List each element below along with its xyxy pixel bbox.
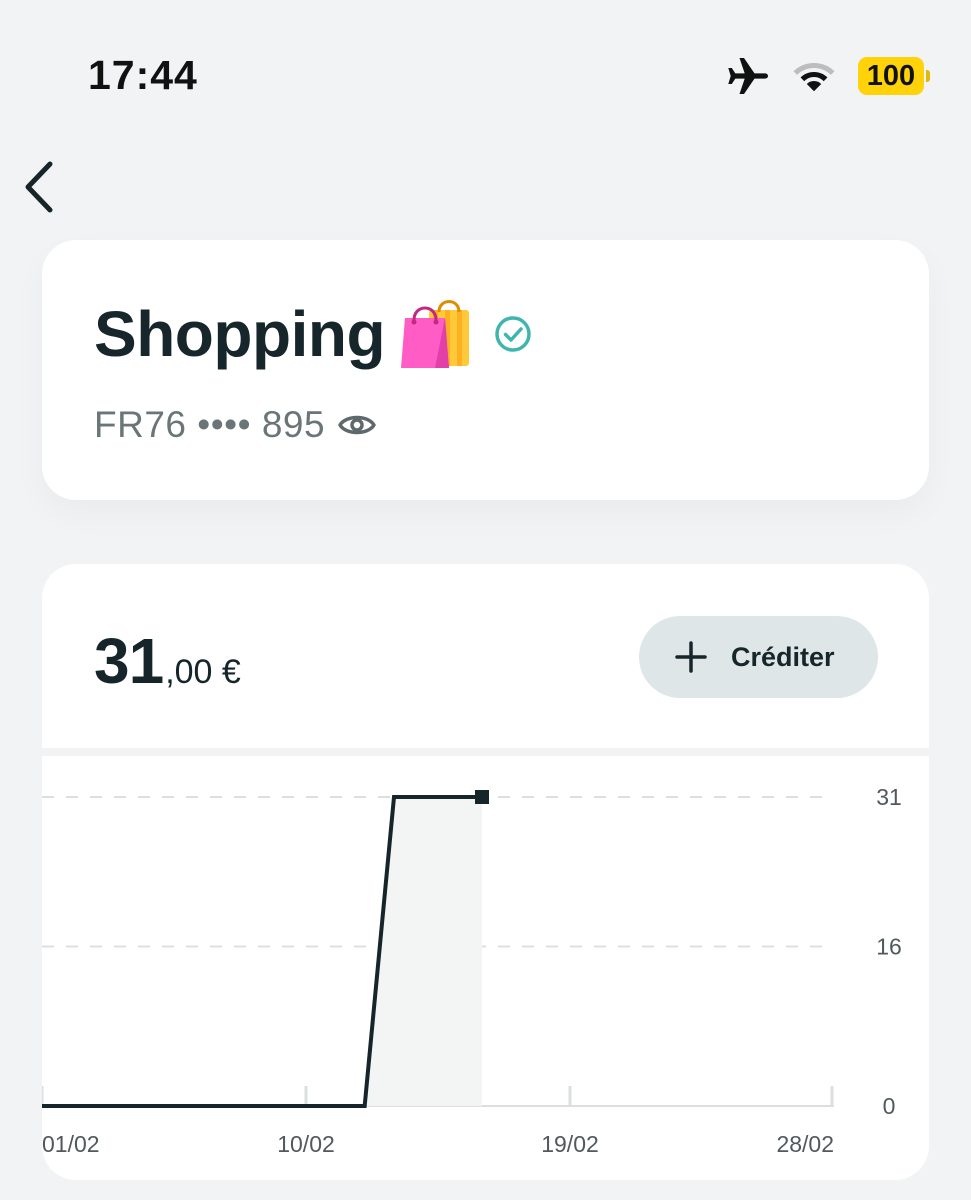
battery-icon: 100 [858, 57, 930, 95]
airplane-icon [728, 58, 768, 94]
x-tick-label: 19/02 [541, 1131, 599, 1157]
x-tick-label: 10/02 [277, 1131, 335, 1157]
end-marker [475, 790, 489, 804]
credit-button-label: Créditer [731, 641, 835, 672]
back-button[interactable] [18, 156, 66, 218]
status-time: 17:44 [88, 52, 198, 98]
status-icons: 100 [726, 56, 930, 96]
battery-level: 100 [866, 59, 916, 92]
balance-decimal: ,00 € [165, 653, 241, 691]
balance-chart: 0 16 31 01/02 10/02 19/02 28/02 [42, 784, 902, 1157]
x-tick-label: 01/02 [42, 1131, 100, 1157]
credit-button[interactable]: Créditer [639, 616, 878, 698]
x-tick-label: 28/02 [776, 1131, 834, 1157]
wifi-icon [793, 63, 835, 92]
plus-icon [675, 641, 707, 673]
chart-area [364, 797, 482, 1106]
check-circle-icon [495, 316, 531, 352]
eye-icon[interactable] [337, 405, 377, 445]
x-tick-labels: 01/02 10/02 19/02 28/02 [42, 1131, 834, 1157]
y-tick-label: 16 [876, 934, 902, 960]
account-title-row: Shopping [94, 296, 533, 372]
screen: 17:44 100 Shopping FR76 •••• 895 31 ,00 … [0, 0, 971, 1200]
iban-row: FR76 •••• 895 [94, 404, 377, 446]
chart-card: 0 16 31 01/02 10/02 19/02 28/02 [42, 756, 929, 1180]
chevron-left-icon [25, 161, 53, 213]
shopping-bags-icon [401, 300, 470, 368]
balance-integer: 31 [94, 625, 164, 697]
account-card: Shopping FR76 •••• 895 [42, 240, 929, 500]
y-tick-label: 0 [883, 1093, 896, 1119]
balance-card: 31 ,00 € Créditer [42, 564, 929, 748]
area-fill [364, 797, 482, 1106]
iban-masked: FR76 •••• 895 [94, 404, 326, 445]
y-tick-label: 31 [876, 784, 902, 810]
y-tick-labels: 0 16 31 [876, 784, 902, 1119]
account-title: Shopping [94, 298, 386, 370]
balance-amount: 31 ,00 € [94, 624, 241, 698]
